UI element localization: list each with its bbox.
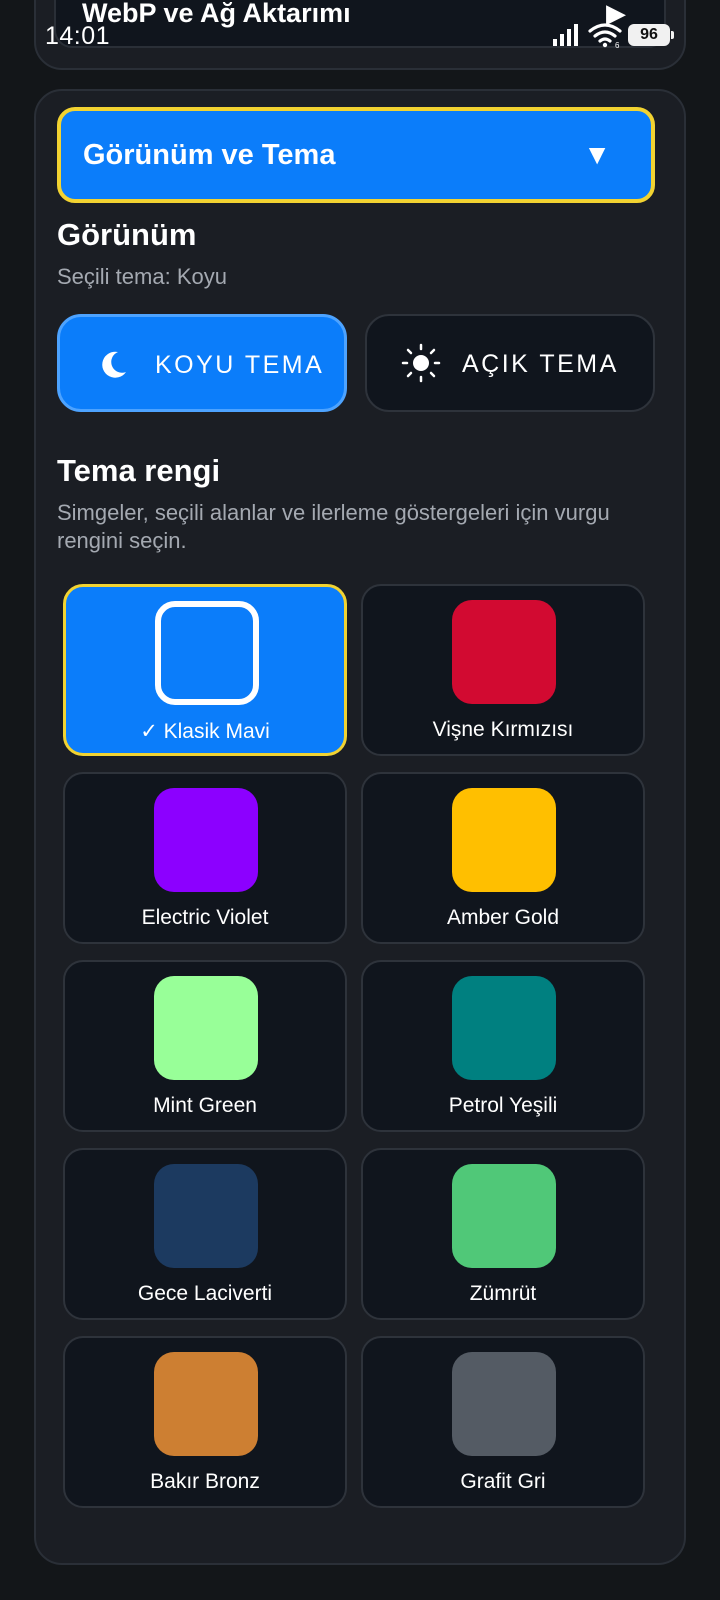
color-label: Amber Gold xyxy=(446,906,560,929)
color-tile[interactable]: Electric Violet xyxy=(63,772,347,944)
appearance-settings-card: Görünüm ve Tema ▼ Görünüm Seçili tema: K… xyxy=(34,89,686,1565)
color-label: Mint Green xyxy=(153,1094,257,1117)
color-tile[interactable]: Vişne Kırmızısı xyxy=(361,584,645,756)
color-label: Vişne Kırmızısı xyxy=(432,718,574,741)
status-time: 14:01 xyxy=(45,22,111,50)
color-swatch xyxy=(155,601,259,705)
dark-theme-button[interactable]: KOYU TEMA xyxy=(57,314,347,412)
color-tile[interactable]: Bakır Bronz xyxy=(63,1336,347,1508)
color-label: Gece Laciverti xyxy=(137,1282,273,1305)
color-swatch xyxy=(452,788,556,892)
selected-theme-text: Seçili tema: Koyu xyxy=(57,264,227,289)
color-swatch xyxy=(154,1164,258,1268)
color-swatch xyxy=(452,976,556,1080)
color-tile[interactable]: Mint Green xyxy=(63,960,347,1132)
previous-section-title: WebP ve Ağ Aktarımı xyxy=(82,0,351,28)
svg-text:6: 6 xyxy=(615,41,620,48)
battery-indicator: 96 xyxy=(628,24,674,46)
accent-color-description: Simgeler, seçili alanlar ve ilerleme gös… xyxy=(57,500,610,553)
color-swatch xyxy=(452,600,556,704)
color-tile[interactable]: Grafit Gri xyxy=(361,1336,645,1508)
color-swatch xyxy=(452,1164,556,1268)
color-tile[interactable]: Amber Gold xyxy=(361,772,645,944)
screen: WebP ve Ağ Aktarımı ▶ 14:01 6 96 Görünüm… xyxy=(0,0,720,1600)
color-tile[interactable]: ✓ Klasik Mavi xyxy=(63,584,347,756)
color-swatch xyxy=(154,976,258,1080)
color-tile[interactable]: Gece Laciverti xyxy=(63,1148,347,1320)
color-label: Bakır Bronz xyxy=(150,1470,260,1493)
color-swatch xyxy=(452,1352,556,1456)
dark-theme-label: KOYU TEMA xyxy=(155,351,325,379)
color-label: Grafit Gri xyxy=(460,1470,546,1493)
appearance-title: Görünüm xyxy=(57,217,197,252)
light-theme-button[interactable]: AÇIK TEMA xyxy=(365,314,655,412)
color-label: Zümrüt xyxy=(469,1282,537,1305)
status-icons: 6 96 xyxy=(552,22,674,48)
accent-color-title: Tema rengi xyxy=(57,453,221,488)
signal-icon xyxy=(553,24,578,46)
color-tile[interactable]: Zümrüt xyxy=(361,1148,645,1320)
light-theme-label: AÇIK TEMA xyxy=(462,350,619,378)
color-label: Petrol Yeşili xyxy=(448,1094,558,1117)
appearance-section-dropdown[interactable]: Görünüm ve Tema ▼ xyxy=(57,107,655,203)
wifi-icon: 6 xyxy=(588,23,622,48)
dropdown-label: Görünüm ve Tema xyxy=(83,138,336,171)
color-label: Electric Violet xyxy=(141,906,269,929)
sun-icon xyxy=(401,343,441,383)
color-label: ✓ Klasik Mavi xyxy=(140,720,270,743)
color-swatch xyxy=(154,788,258,892)
caret-down-icon: ▼ xyxy=(583,139,611,170)
moon-icon xyxy=(102,351,126,378)
color-tile[interactable]: Petrol Yeşili xyxy=(361,960,645,1132)
color-swatch xyxy=(154,1352,258,1456)
